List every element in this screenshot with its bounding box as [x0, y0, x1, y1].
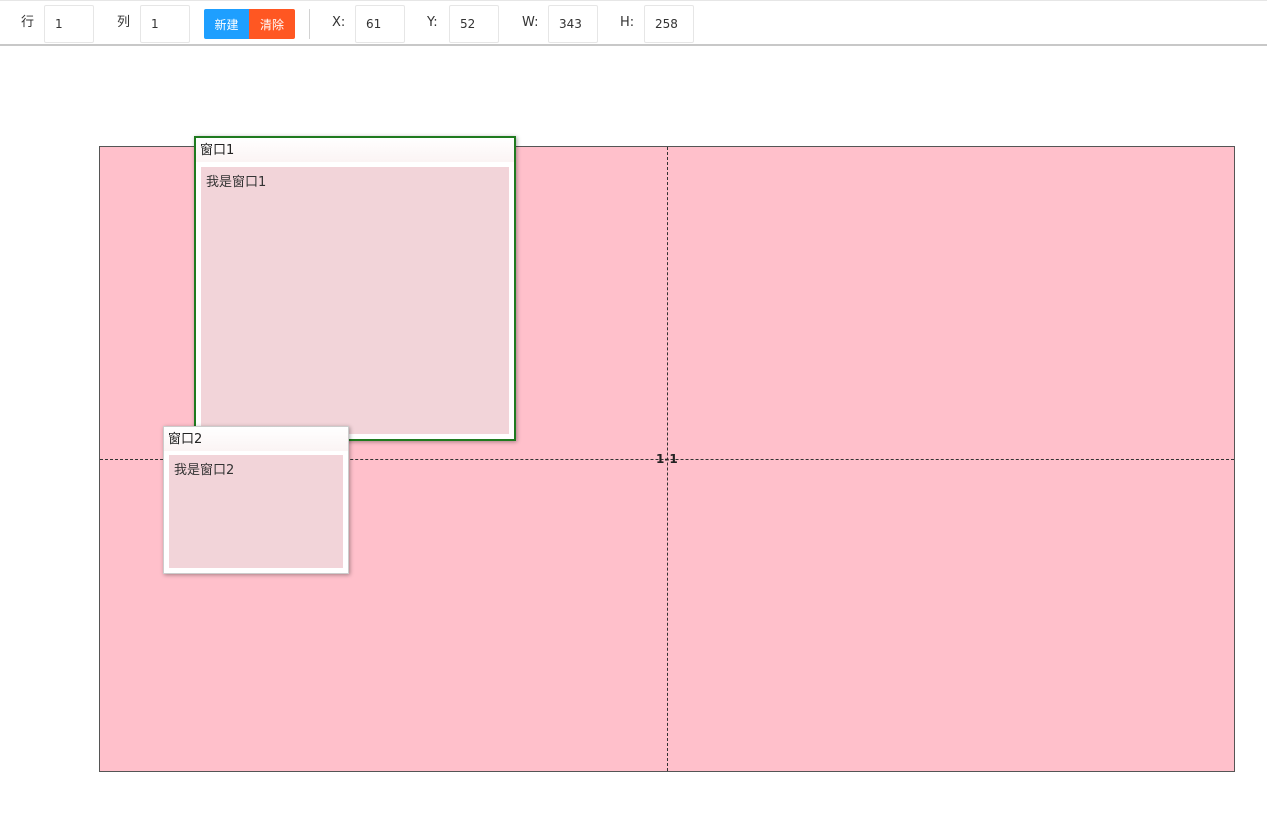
- col-input[interactable]: [140, 5, 190, 43]
- window-1-titlebar[interactable]: 窗口1: [196, 138, 514, 162]
- grid-cell-label: 1-1: [656, 452, 678, 466]
- x-input[interactable]: [355, 5, 405, 43]
- window-2-content: 我是窗口2: [169, 455, 343, 568]
- h-input[interactable]: [644, 5, 694, 43]
- new-button[interactable]: 新建: [204, 9, 249, 39]
- window-1[interactable]: 窗口1 我是窗口1: [194, 136, 516, 441]
- y-label: Y:: [427, 15, 438, 30]
- clear-button[interactable]: 清除: [249, 9, 295, 39]
- w-label: W:: [522, 15, 539, 30]
- row-label: 行: [21, 15, 35, 30]
- h-label: H:: [620, 15, 635, 30]
- row-input[interactable]: [44, 5, 94, 43]
- toolbar-divider: [309, 9, 310, 39]
- window-1-content: 我是窗口1: [201, 167, 509, 434]
- window-2-titlebar[interactable]: 窗口2: [164, 427, 348, 451]
- col-label: 列: [117, 15, 131, 30]
- window-2[interactable]: 窗口2 我是窗口2: [163, 426, 349, 574]
- w-input[interactable]: [548, 5, 598, 43]
- toolbar: 行 列 新建 清除 X: Y: W: H:: [0, 0, 1267, 46]
- y-input[interactable]: [449, 5, 499, 43]
- x-label: X:: [332, 15, 346, 30]
